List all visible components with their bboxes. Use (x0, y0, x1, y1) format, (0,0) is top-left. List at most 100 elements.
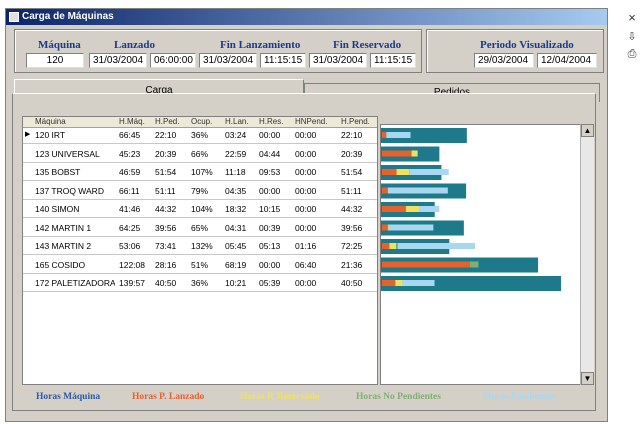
grid-cell-mquina[interactable]: 140 SIMON (35, 202, 115, 216)
fin-lanzamiento-date-field[interactable]: 31/03/2004 (199, 53, 257, 68)
machine-grid[interactable]: Máquina H.Máq. H.Ped. Ocup. H.Lan. H.Res… (22, 116, 378, 385)
periodo-to-field[interactable]: 12/04/2004 (537, 53, 597, 68)
periodo-from-field[interactable]: 29/03/2004 (474, 53, 534, 68)
grid-cell-hlan[interactable]: 04:35 (225, 184, 257, 198)
grid-cell-ocup[interactable]: 36% (191, 128, 223, 142)
fin-reservado-time-field[interactable]: 11:15:15 (370, 53, 416, 68)
grid-cell-hpend[interactable]: 20:39 (341, 147, 377, 161)
grid-cell-hres[interactable]: 00:00 (259, 128, 293, 142)
grid-cell-hmq[interactable]: 66:45 (119, 128, 153, 142)
grid-cell-hnpend[interactable]: 06:40 (295, 258, 333, 272)
grid-cell-hped[interactable]: 28:16 (155, 258, 189, 272)
grid-cell-hnpend[interactable]: 01:16 (295, 239, 333, 253)
col-hres[interactable]: H.Res. (259, 117, 289, 127)
scroll-down-button[interactable]: ▼ (581, 372, 594, 385)
grid-cell-hmq[interactable]: 122:08 (119, 258, 153, 272)
grid-cell-hped[interactable]: 39:56 (155, 221, 189, 235)
grid-cell-mquina[interactable]: 165 COSIDO (35, 258, 115, 272)
grid-cell-hlan[interactable]: 68:19 (225, 258, 257, 272)
col-ocup[interactable]: Ocup. (191, 117, 221, 127)
grid-cell-hnpend[interactable]: 00:00 (295, 276, 333, 290)
grid-cell-hpend[interactable]: 51:54 (341, 165, 377, 179)
grid-cell-ocup[interactable]: 132% (191, 239, 223, 253)
grid-cell-mquina[interactable]: 135 BOBST (35, 165, 115, 179)
grid-cell-hpend[interactable]: 44:32 (341, 202, 377, 216)
grid-cell-hpend[interactable]: 72:25 (341, 239, 377, 253)
grid-cell-mquina[interactable]: 172 PALETIZADORA (35, 276, 115, 290)
col-hmaq[interactable]: H.Máq. (119, 117, 153, 127)
grid-cell-hlan[interactable]: 22:59 (225, 147, 257, 161)
grid-cell-hmq[interactable]: 64:25 (119, 221, 153, 235)
grid-cell-hlan[interactable]: 10:21 (225, 276, 257, 290)
grid-cell-hmq[interactable]: 41:46 (119, 202, 153, 216)
grid-cell-hpend[interactable]: 21:36 (341, 258, 377, 272)
grid-cell-ocup[interactable]: 79% (191, 184, 223, 198)
grid-cell-hmq[interactable]: 139:57 (119, 276, 153, 290)
grid-cell-hnpend[interactable]: 00:00 (295, 184, 333, 198)
maquina-field[interactable]: 120 (26, 53, 84, 68)
col-hped[interactable]: H.Ped. (155, 117, 189, 127)
grid-cell-hres[interactable]: 05:39 (259, 276, 293, 290)
col-hlan[interactable]: H.Lan. (225, 117, 255, 127)
grid-cell-hres[interactable]: 09:53 (259, 165, 293, 179)
grid-cell-hmq[interactable]: 46:59 (119, 165, 153, 179)
grid-cell-hmq[interactable]: 45:23 (119, 147, 153, 161)
grid-cell-hpend[interactable]: 39:56 (341, 221, 377, 235)
grid-cell-ocup[interactable]: 36% (191, 276, 223, 290)
grid-cell-hped[interactable]: 22:10 (155, 128, 189, 142)
lanzado-date-field[interactable]: 31/03/2004 (89, 53, 147, 68)
grid-cell-hped[interactable]: 44:32 (155, 202, 189, 216)
col-hnpend[interactable]: HNPend. (295, 117, 335, 127)
grid-cell-hped[interactable]: 51:54 (155, 165, 189, 179)
grid-cell-hpend[interactable]: 51:11 (341, 184, 377, 198)
grid-cell-hlan[interactable]: 18:32 (225, 202, 257, 216)
grid-cell-ocup[interactable]: 107% (191, 165, 223, 179)
grid-cell-hlan[interactable]: 04:31 (225, 221, 257, 235)
load-chart (380, 124, 594, 385)
grid-cell-hres[interactable]: 10:15 (259, 202, 293, 216)
bar-horas-pendientes (397, 243, 476, 249)
grid-cell-hnpend[interactable]: 00:00 (295, 202, 333, 216)
grid-cell-hmq[interactable]: 53:06 (119, 239, 153, 253)
grid-cell-hres[interactable]: 00:00 (259, 184, 293, 198)
maquina-label: Máquina (38, 39, 81, 51)
row-divider (23, 235, 377, 237)
grid-cell-ocup[interactable]: 104% (191, 202, 223, 216)
close-button[interactable]: × (625, 10, 639, 25)
grid-cell-hnpend[interactable]: 00:00 (295, 147, 333, 161)
grid-cell-hped[interactable]: 40:50 (155, 276, 189, 290)
grid-cell-hped[interactable]: 73:41 (155, 239, 189, 253)
export-icon[interactable]: ⇩ (625, 30, 639, 43)
grid-cell-hnpend[interactable]: 00:00 (295, 221, 333, 235)
grid-cell-mquina[interactable]: 143 MARTIN 2 (35, 239, 115, 253)
grid-cell-mquina[interactable]: 137 TROQ WARD (35, 184, 115, 198)
grid-cell-hpend[interactable]: 40:50 (341, 276, 377, 290)
col-maquina[interactable]: Máquina (35, 117, 107, 127)
grid-cell-hres[interactable]: 00:00 (259, 258, 293, 272)
grid-cell-hres[interactable]: 04:44 (259, 147, 293, 161)
fin-lanzamiento-time-field[interactable]: 11:15:15 (260, 53, 306, 68)
grid-cell-hlan[interactable]: 05:45 (225, 239, 257, 253)
grid-cell-hnpend[interactable]: 00:00 (295, 165, 333, 179)
grid-cell-ocup[interactable]: 51% (191, 258, 223, 272)
lanzado-time-field[interactable]: 06:00:00 (150, 53, 196, 68)
grid-cell-hlan[interactable]: 03:24 (225, 128, 257, 142)
grid-cell-hres[interactable]: 05:13 (259, 239, 293, 253)
grid-cell-hped[interactable]: 51:11 (155, 184, 189, 198)
print-icon[interactable]: ⎙ (625, 48, 639, 61)
grid-cell-hnpend[interactable]: 00:00 (295, 128, 333, 142)
scroll-up-button[interactable]: ▲ (581, 124, 594, 137)
chart-scrollbar[interactable]: ▲ ▼ (580, 124, 594, 385)
grid-cell-mquina[interactable]: 142 MARTIN 1 (35, 221, 115, 235)
grid-cell-hlan[interactable]: 11:18 (225, 165, 257, 179)
grid-cell-hped[interactable]: 20:39 (155, 147, 189, 161)
fin-reservado-date-field[interactable]: 31/03/2004 (309, 53, 367, 68)
grid-cell-ocup[interactable]: 65% (191, 221, 223, 235)
grid-cell-hmq[interactable]: 66:11 (119, 184, 153, 198)
grid-cell-mquina[interactable]: 123 UNIVERSAL (35, 147, 115, 161)
grid-cell-hpend[interactable]: 22:10 (341, 128, 377, 142)
grid-cell-mquina[interactable]: 120 IRT (35, 128, 115, 142)
grid-cell-hres[interactable]: 00:39 (259, 221, 293, 235)
grid-cell-ocup[interactable]: 66% (191, 147, 223, 161)
col-hpend[interactable]: H.Pend. (341, 117, 377, 127)
